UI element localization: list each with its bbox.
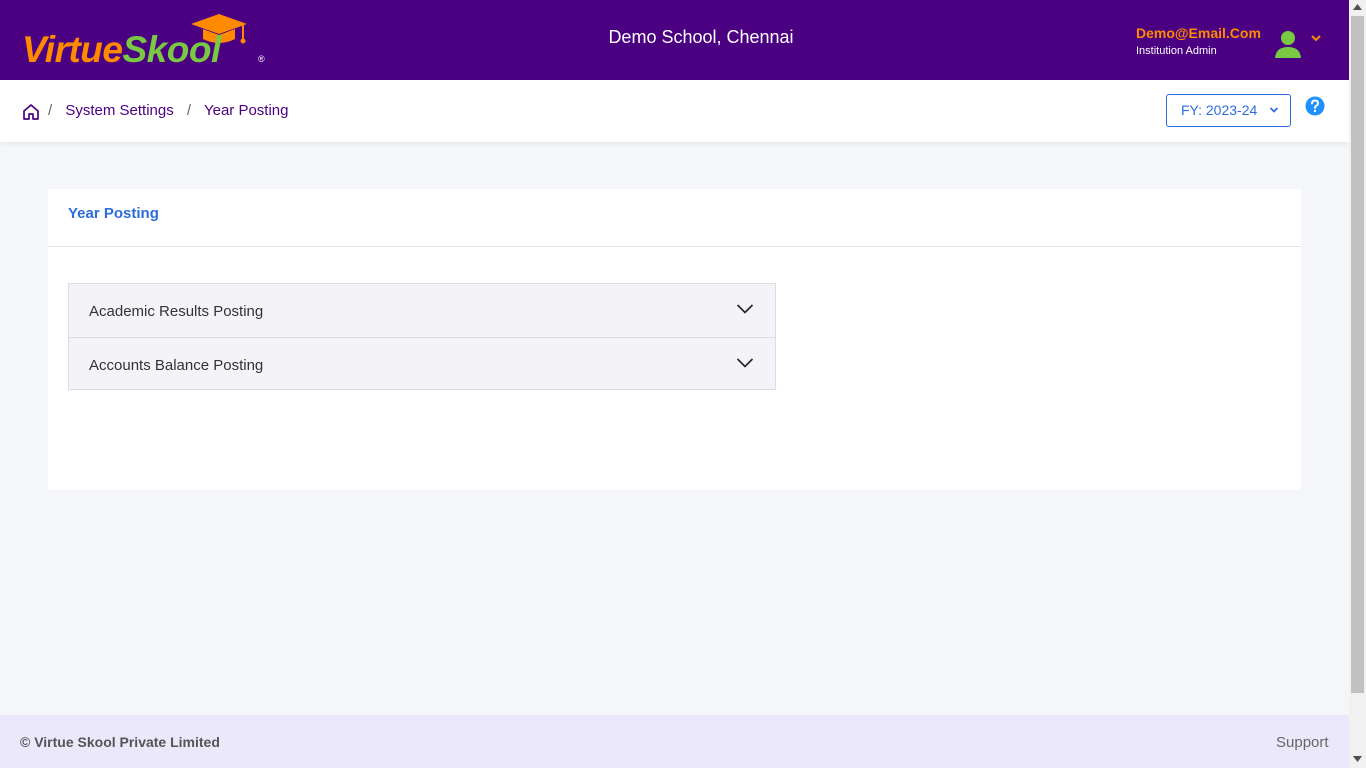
logo-skool-text: Skool xyxy=(122,29,221,70)
scroll-up-arrow-icon[interactable] xyxy=(1353,4,1362,10)
accordion-item-academic-results[interactable]: Academic Results Posting xyxy=(69,284,775,337)
breadcrumb-year-posting[interactable]: Year Posting xyxy=(204,102,289,119)
help-icon[interactable] xyxy=(1305,96,1325,116)
breadcrumb-bar: / System Settings / Year Posting FY: 202… xyxy=(0,80,1349,142)
scroll-down-arrow-icon[interactable] xyxy=(1353,756,1362,762)
school-name: Demo School, Chennai xyxy=(608,27,794,47)
breadcrumb-separator: / xyxy=(186,102,192,119)
breadcrumb: / System Settings / Year Posting xyxy=(48,102,298,119)
year-posting-card: Year Posting Academic Results Posting Ac… xyxy=(48,189,1301,490)
chevron-down-icon xyxy=(736,304,754,314)
card-divider xyxy=(48,246,1301,247)
breadcrumb-separator: / xyxy=(48,102,53,119)
breadcrumb-system-settings[interactable]: System Settings xyxy=(65,102,173,119)
user-email[interactable]: Demo@Email.Com xyxy=(1136,25,1261,41)
scrollbar-thumb[interactable] xyxy=(1351,16,1364,693)
accordion-item-label: Accounts Balance Posting xyxy=(89,357,264,374)
virtueskool-logo[interactable]: VirtueSkool ® xyxy=(22,14,272,70)
accordion-item-accounts-balance[interactable]: Accounts Balance Posting xyxy=(69,337,775,390)
home-icon[interactable] xyxy=(22,103,40,121)
support-link[interactable]: Support xyxy=(1276,734,1329,751)
user-role: Institution Admin xyxy=(1136,45,1217,57)
chevron-down-icon xyxy=(736,358,754,368)
chevron-down-icon[interactable] xyxy=(1310,33,1322,43)
fy-selector[interactable]: FY: 2023-24 xyxy=(1166,94,1291,127)
user-avatar-icon[interactable] xyxy=(1274,28,1302,60)
logo-virtue-text: Virtue xyxy=(22,29,123,70)
top-header: VirtueSkool ® Demo School, Chennai Demo@… xyxy=(0,0,1349,80)
posting-accordion: Academic Results Posting Accounts Balanc… xyxy=(68,283,776,390)
registered-mark: ® xyxy=(258,54,265,64)
chevron-down-icon xyxy=(1269,107,1279,113)
app-root: VirtueSkool ® Demo School, Chennai Demo@… xyxy=(0,0,1349,768)
copyright-text: © Virtue Skool Private Limited xyxy=(20,734,220,750)
footer: © Virtue Skool Private Limited Support xyxy=(0,715,1349,768)
vertical-scrollbar[interactable] xyxy=(1349,0,1366,768)
accordion-item-label: Academic Results Posting xyxy=(89,303,264,320)
card-title: Year Posting xyxy=(68,205,159,222)
logo-wordmark: VirtueSkool xyxy=(22,30,221,70)
fy-selector-value: FY: 2023-24 xyxy=(1181,102,1258,118)
